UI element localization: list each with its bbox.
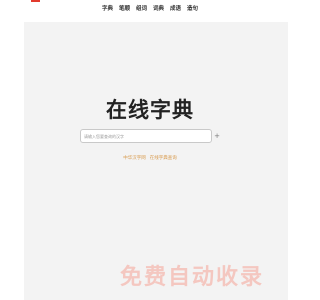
watermark-text: 免费自动收录 bbox=[120, 265, 265, 290]
nav-item-zaoju[interactable]: 造句 bbox=[187, 4, 198, 12]
search-button[interactable]: + bbox=[212, 130, 222, 142]
plus-icon: + bbox=[214, 132, 220, 140]
search-input[interactable] bbox=[84, 130, 210, 142]
nav-item-chengyu[interactable]: 成语 bbox=[170, 4, 181, 12]
link-zhonghua-hanzi[interactable]: 中华汉字网 bbox=[123, 155, 146, 165]
nav-item-bishun[interactable]: 笔顺 bbox=[119, 4, 130, 12]
nav-item-zuci[interactable]: 组词 bbox=[136, 4, 147, 12]
top-nav: 字典 笔顺 组词 词典 成语 造句 bbox=[0, 0, 300, 16]
nav-item-cidian[interactable]: 词典 bbox=[153, 4, 164, 12]
search-box[interactable] bbox=[80, 129, 212, 143]
sub-links: 中华汉字网 在线字典查询 bbox=[0, 155, 300, 165]
link-online-dictionary[interactable]: 在线字典查询 bbox=[150, 155, 177, 165]
page-title: 在线字典 bbox=[106, 98, 194, 122]
nav-item-zidian[interactable]: 字典 bbox=[102, 4, 113, 12]
nav-links: 字典 笔顺 组词 词典 成语 造句 bbox=[0, 2, 300, 14]
